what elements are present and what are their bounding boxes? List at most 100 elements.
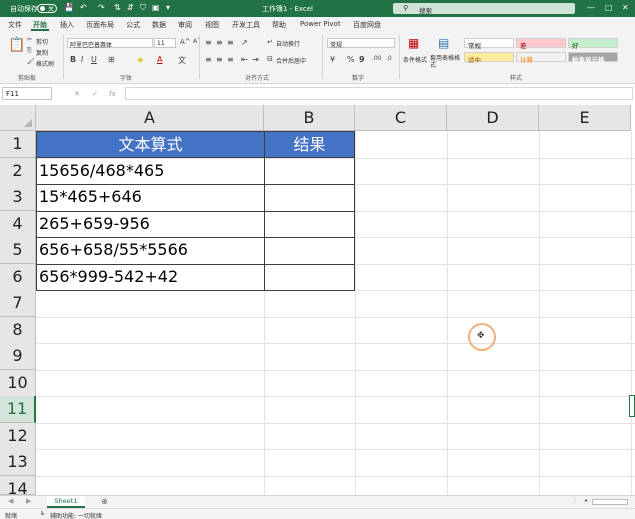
result-cell[interactable] xyxy=(264,158,355,185)
increase-font-icon[interactable]: A^ xyxy=(180,38,191,46)
align-right-icon[interactable]: ≡ xyxy=(227,55,234,64)
result-cell[interactable] xyxy=(264,184,355,211)
row-header-7[interactable]: 7 xyxy=(0,290,36,317)
currency-icon[interactable]: ¥ xyxy=(330,55,335,64)
undo-icon[interactable]: ↶ xyxy=(80,3,87,12)
result-cell[interactable] xyxy=(264,211,355,238)
expression-cell[interactable]: 15*465+646 xyxy=(36,184,264,211)
customize-qat-icon[interactable]: ▾ xyxy=(166,3,170,12)
row-header-3[interactable]: 3 xyxy=(0,184,36,211)
style-check-cell[interactable]: 检查单元格 xyxy=(568,52,618,64)
row-header-5[interactable]: 5 xyxy=(0,237,36,264)
accessibility-status[interactable]: 辅助功能: 一切就绪 xyxy=(50,511,102,519)
copy-button[interactable]: 复制 xyxy=(36,48,48,57)
cancel-icon[interactable]: ✕ xyxy=(74,90,80,98)
save-icon[interactable]: 💾 xyxy=(64,3,74,12)
column-header-d[interactable]: D xyxy=(447,105,539,131)
maximize-icon[interactable]: □ xyxy=(605,3,613,12)
style-normal[interactable]: 常规 xyxy=(464,38,514,50)
style-bad[interactable]: 差 xyxy=(516,38,566,50)
paste-icon[interactable]: 📋 xyxy=(8,37,25,53)
next-sheet-icon[interactable]: ▶ xyxy=(26,497,31,505)
tab-review[interactable]: 审阅 xyxy=(178,20,192,30)
orientation-icon[interactable]: ↗ xyxy=(241,38,248,47)
align-left-icon[interactable]: ≡ xyxy=(205,55,212,64)
sort-asc-icon[interactable]: ⇅ xyxy=(114,3,121,12)
prev-sheet-icon[interactable]: ◀ xyxy=(8,497,13,505)
column-header-e[interactable]: E xyxy=(539,105,631,131)
tab-view[interactable]: 视图 xyxy=(205,20,219,30)
tab-split-icon[interactable]: ⋮ xyxy=(572,497,578,504)
tab-power-pivot[interactable]: Power Pivot xyxy=(300,20,341,28)
format-painter-button[interactable]: 格式刷 xyxy=(36,59,54,68)
select-all-button[interactable] xyxy=(0,105,36,131)
style-good[interactable]: 好 xyxy=(568,38,618,50)
row-header-2[interactable]: 2 xyxy=(0,158,36,185)
tab-baidu-netdisk[interactable]: 百度网盘 xyxy=(353,20,381,30)
font-name-select[interactable]: 阿里巴巴普惠体 xyxy=(67,38,153,49)
conditional-format-button[interactable]: 条件格式 xyxy=(403,55,427,64)
wrap-text-button[interactable]: 自动换行 xyxy=(276,39,300,48)
fill-color-icon[interactable]: ◈ xyxy=(137,55,143,64)
scroll-left-icon[interactable]: ◂ xyxy=(584,497,587,504)
tab-page-layout[interactable]: 页面布局 xyxy=(86,20,114,30)
column-header-b[interactable]: B xyxy=(264,105,355,131)
enter-icon[interactable]: ✓ xyxy=(92,90,98,98)
row-header-4[interactable]: 4 xyxy=(0,211,36,238)
bold-icon[interactable]: B xyxy=(70,55,76,64)
expression-cell[interactable]: 656*999-542+42 xyxy=(36,264,264,291)
align-bottom-icon[interactable]: ≡ xyxy=(227,38,234,47)
column-header-a[interactable]: A xyxy=(36,105,264,131)
search-box[interactable]: ⚲ 搜索 xyxy=(393,3,575,15)
align-top-icon[interactable]: ≡ xyxy=(205,38,212,47)
comma-icon[interactable]: 9 xyxy=(359,55,365,64)
form-icon[interactable]: ▣ xyxy=(152,3,160,12)
row-header-11[interactable]: 11 xyxy=(0,396,36,423)
font-color-icon[interactable]: A xyxy=(157,55,162,64)
column-header-c[interactable]: C xyxy=(355,105,447,131)
result-cell[interactable] xyxy=(264,237,355,264)
row-header-1[interactable]: 1 xyxy=(0,131,36,158)
style-calculation[interactable]: 计算 xyxy=(516,52,566,64)
row-header-6[interactable]: 6 xyxy=(0,264,36,291)
tab-developer[interactable]: 开发工具 xyxy=(232,20,260,30)
table-format-button[interactable]: 套用表格格式 xyxy=(430,55,460,69)
font-size-select[interactable]: 11 xyxy=(154,38,176,48)
phonetic-icon[interactable]: 文 xyxy=(178,55,186,66)
align-center-icon[interactable]: ≡ xyxy=(216,55,223,64)
decrease-indent-icon[interactable]: ⇤ xyxy=(241,55,248,64)
decrease-decimal-icon[interactable]: .0 xyxy=(386,55,392,62)
increase-indent-icon[interactable]: ⇥ xyxy=(252,55,259,64)
redo-icon[interactable]: ↷ xyxy=(98,3,105,12)
underline-icon[interactable]: U xyxy=(91,55,97,64)
insert-function-icon[interactable]: fx xyxy=(109,90,116,98)
horizontal-scrollbar[interactable] xyxy=(592,499,628,505)
filter-icon[interactable]: ⛉ xyxy=(140,3,146,13)
row-header-14[interactable]: 14 xyxy=(0,476,36,498)
cut-button[interactable]: 剪切 xyxy=(36,37,48,46)
percent-icon[interactable]: % xyxy=(347,55,355,64)
tab-insert[interactable]: 插入 xyxy=(60,20,74,30)
expression-cell[interactable]: 265+659-956 xyxy=(36,211,264,238)
merge-center-button[interactable]: 合并后居中 xyxy=(276,56,306,65)
minimize-icon[interactable]: — xyxy=(587,3,595,12)
tab-file[interactable]: 文件 xyxy=(8,20,22,30)
close-icon[interactable]: ✕ xyxy=(622,3,629,12)
tab-formulas[interactable]: 公式 xyxy=(126,20,140,30)
vertical-scroll-thumb[interactable] xyxy=(629,395,635,417)
number-format-select[interactable]: 常规 xyxy=(327,38,395,49)
row-header-12[interactable]: 12 xyxy=(0,423,36,450)
row-header-13[interactable]: 13 xyxy=(0,449,36,476)
row-header-10[interactable]: 10 xyxy=(0,370,36,397)
result-cell[interactable] xyxy=(264,264,355,291)
expression-cell[interactable]: 15656/468*465 xyxy=(36,158,264,185)
align-middle-icon[interactable]: ≡ xyxy=(216,38,223,47)
expression-cell[interactable]: 656+658/55*5566 xyxy=(36,237,264,264)
increase-decimal-icon[interactable]: .00 xyxy=(372,55,382,62)
row-header-8[interactable]: 8 xyxy=(0,317,36,344)
borders-icon[interactable]: ⊞ xyxy=(108,55,115,64)
sort-desc-icon[interactable]: ⇵ xyxy=(127,3,134,12)
name-box[interactable]: F11 xyxy=(2,87,52,100)
italic-icon[interactable]: I xyxy=(81,55,83,64)
table-header-result[interactable]: 结果 xyxy=(264,131,355,158)
